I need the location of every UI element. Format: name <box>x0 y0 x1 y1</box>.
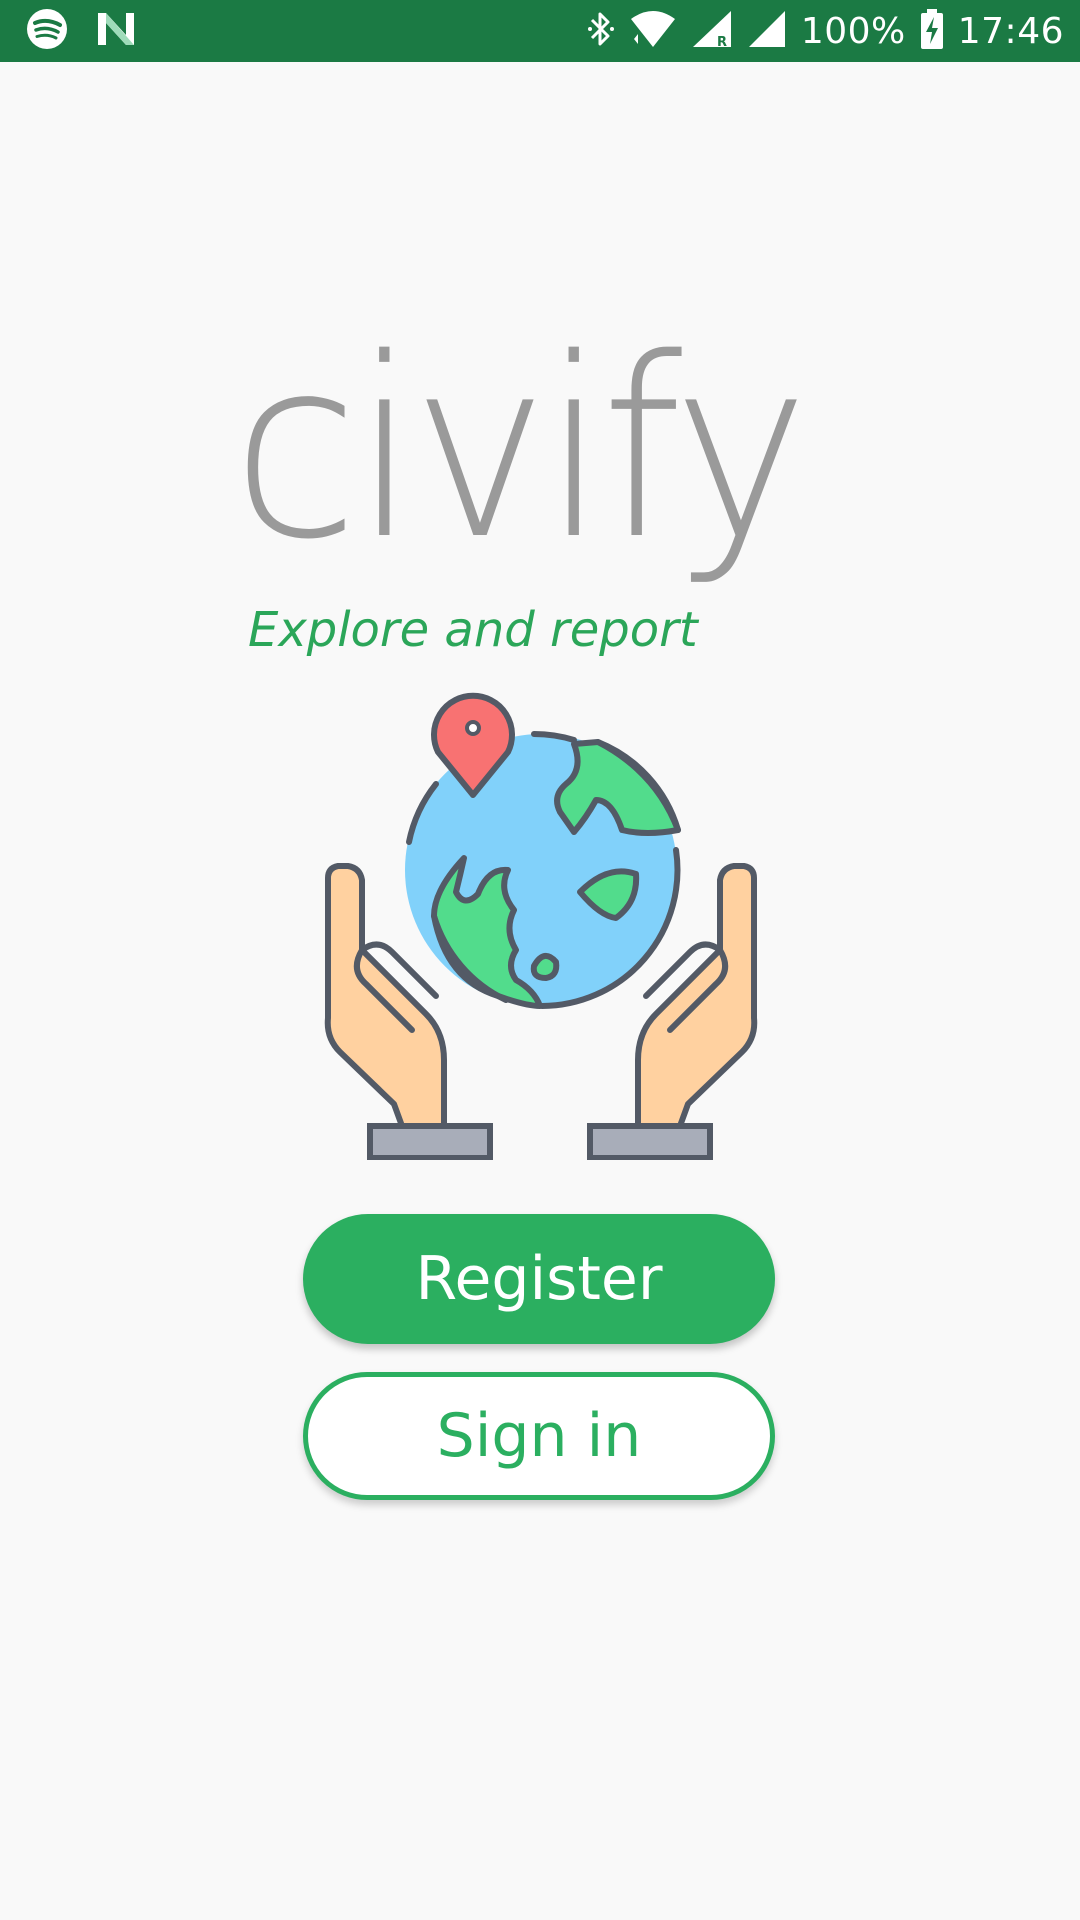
status-bar: R 100% 17:46 <box>0 0 1080 62</box>
status-left-icons <box>26 9 136 53</box>
app-logo-text: civify <box>232 306 809 594</box>
svg-text:R: R <box>717 35 727 49</box>
spotify-icon <box>26 8 68 54</box>
app-tagline: Explore and report <box>248 602 698 658</box>
signal-roaming-icon: R <box>691 9 733 53</box>
battery-percentage: 100% <box>800 10 906 52</box>
sign-in-button[interactable]: Sign in <box>303 1372 775 1500</box>
n-notification-icon <box>96 11 136 51</box>
signal-icon <box>747 9 787 53</box>
app-logo-title: civify <box>232 306 852 594</box>
battery-charging-icon <box>920 9 944 53</box>
hands-holding-globe-with-pin-icon <box>316 680 766 1161</box>
status-right-icons: R 100% 17:46 <box>587 0 1064 62</box>
register-button[interactable]: Register <box>303 1214 775 1344</box>
wifi-icon <box>629 9 677 53</box>
status-time: 17:46 <box>957 10 1064 52</box>
bluetooth-icon <box>587 9 615 53</box>
